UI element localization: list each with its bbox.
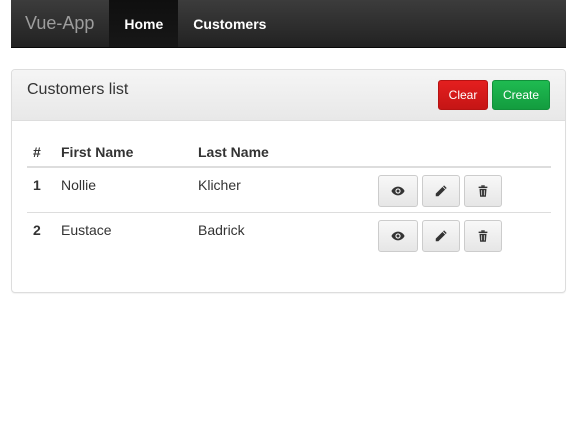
trash-icon — [478, 229, 488, 242]
row-last-name: Badrick — [198, 211, 378, 257]
header-number: # — [27, 138, 61, 168]
row-last-name: Klicher — [198, 177, 241, 193]
row-number: 1 — [33, 177, 41, 193]
table-row: 1 Nollie Klicher — [27, 167, 551, 212]
row-number: 2 — [27, 211, 61, 257]
header-first-name: First Name — [61, 138, 198, 168]
pencil-icon — [435, 229, 447, 241]
brand[interactable]: Vue-App — [11, 0, 109, 47]
panel-heading: Customers list Clear Create — [12, 70, 565, 121]
nav-link-home[interactable]: Home — [109, 0, 179, 47]
pencil-icon — [435, 185, 447, 197]
row-first-name: Nollie — [61, 177, 97, 193]
header-last-name: Last Name — [198, 138, 378, 168]
navbar: Vue-App Home Customers — [11, 0, 566, 48]
table-row: 2 Eustace Badrick — [27, 211, 551, 257]
row-actions — [378, 211, 551, 257]
create-button[interactable]: Create — [492, 80, 550, 110]
trash-icon — [478, 185, 488, 197]
view-button[interactable] — [378, 175, 418, 207]
panel-title: Customers list — [27, 81, 129, 98]
edit-button[interactable] — [422, 219, 460, 252]
nav-link-customers[interactable]: Customers — [178, 0, 281, 47]
delete-button[interactable] — [464, 219, 502, 252]
table-header-row: # First Name Last Name — [27, 138, 551, 168]
customers-panel: Customers list Clear Create # First Name… — [11, 69, 566, 293]
row-actions — [378, 167, 551, 212]
customers-table: # First Name Last Name 1 Nollie Klicher — [27, 138, 551, 257]
view-button[interactable] — [378, 219, 418, 252]
delete-button[interactable] — [464, 175, 502, 207]
clear-button[interactable]: Clear — [438, 80, 488, 110]
header-actions — [378, 138, 551, 168]
eye-icon — [391, 231, 405, 240]
edit-button[interactable] — [422, 175, 460, 207]
eye-icon — [391, 186, 405, 196]
row-first-name: Eustace — [61, 211, 198, 257]
